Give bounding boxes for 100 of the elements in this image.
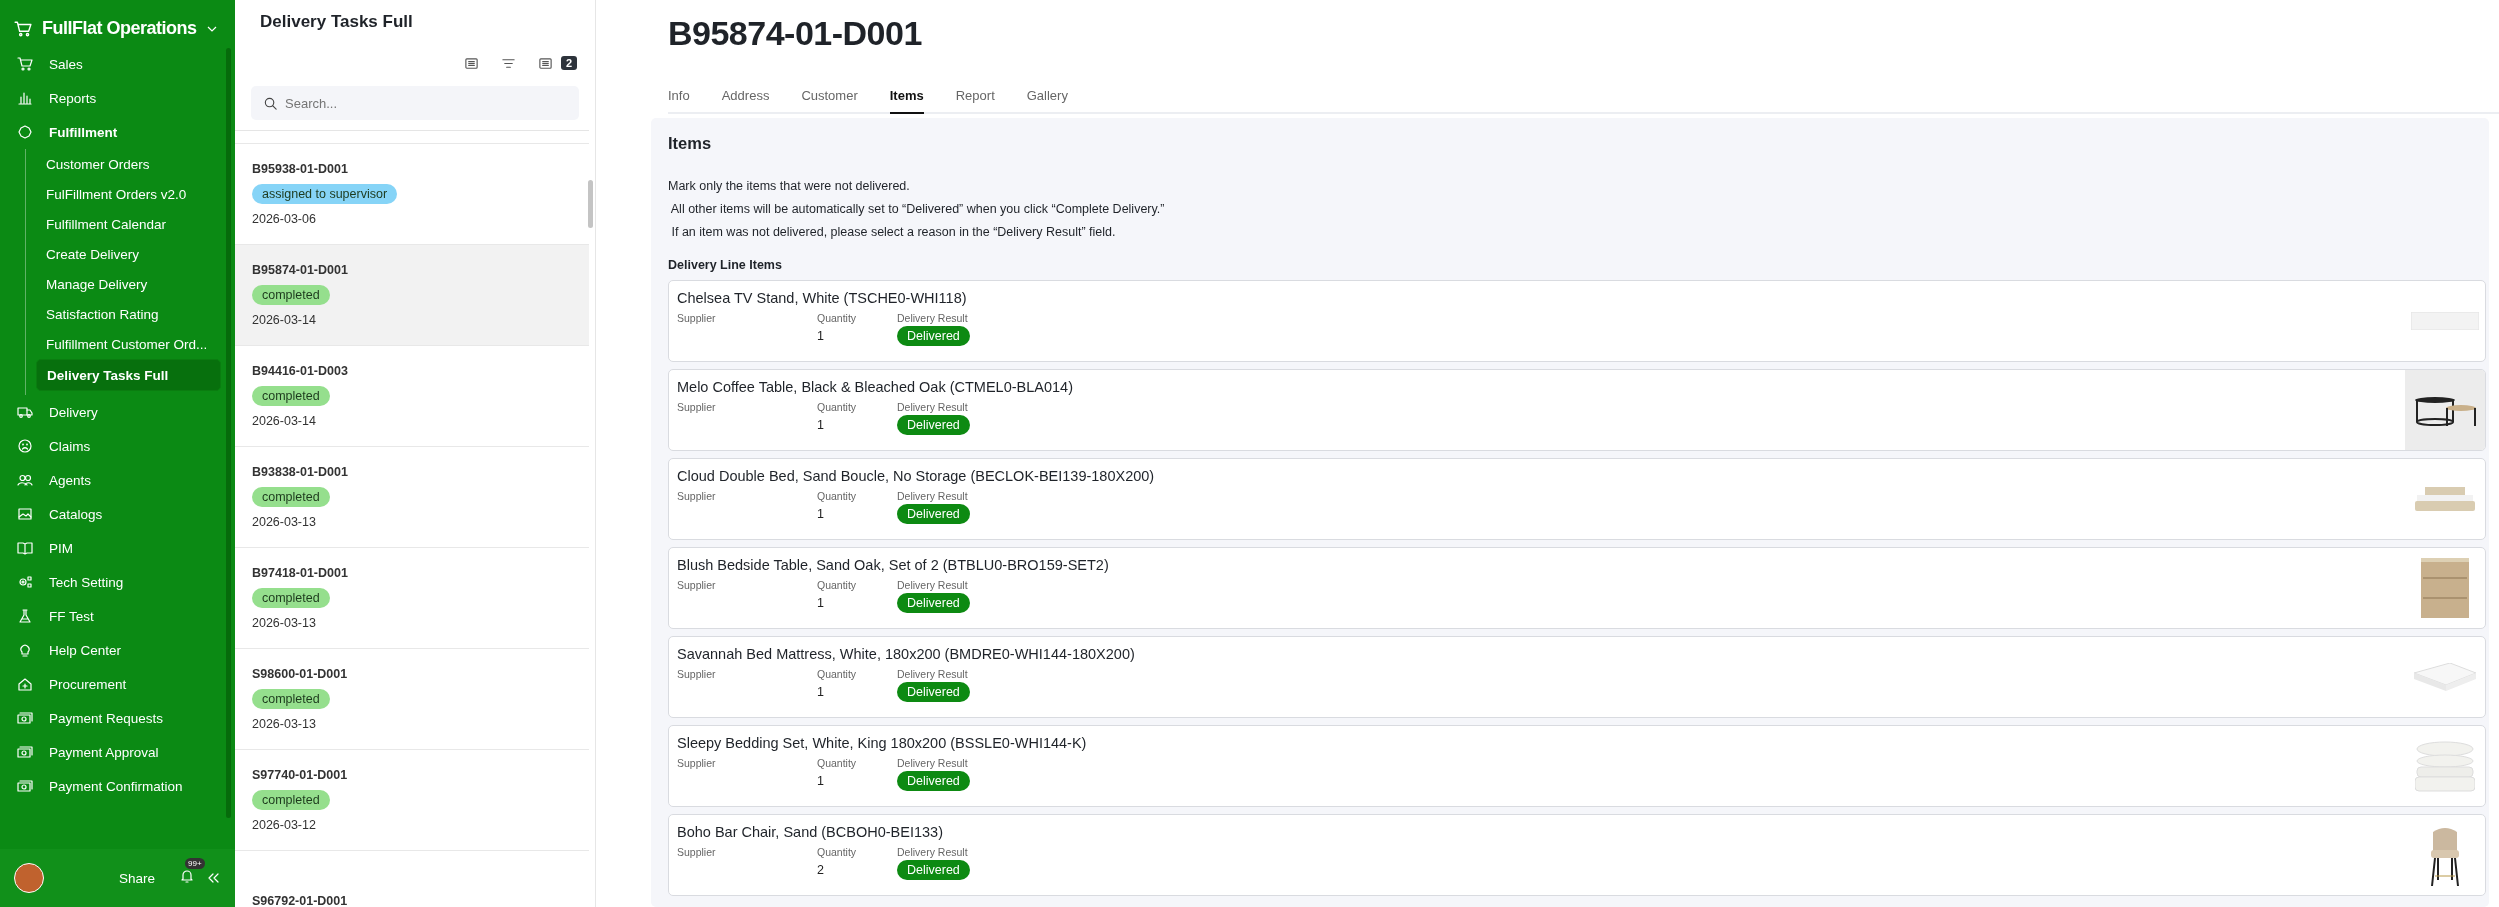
status-badge: Delivered: [897, 771, 970, 791]
app-title: FullFlat Operations: [42, 18, 197, 39]
tab[interactable]: Report: [955, 88, 995, 114]
field-label: Delivery Result: [897, 757, 968, 769]
search-field[interactable]: Search...: [251, 86, 579, 120]
flask-icon: [17, 608, 33, 624]
count-badge: 2: [560, 56, 577, 70]
sidebar-item[interactable]: Delivery: [14, 395, 221, 429]
tab[interactable]: Customer: [801, 88, 858, 114]
task-date: 2026-03-14: [252, 313, 317, 327]
avatar[interactable]: [14, 863, 44, 893]
field-label: Supplier: [677, 490, 716, 502]
sidebar-item[interactable]: Catalogs: [14, 497, 221, 531]
task-date: 2026-03-14: [252, 414, 317, 428]
sidebar-subitem[interactable]: FulFillment Orders v2.0: [36, 179, 221, 209]
cash-icon: [17, 778, 33, 794]
instruction-text: All other items will be automatically set to “Delivered” when you click “Complete Delivery.”: [669, 202, 1165, 216]
list-icon: [537, 55, 553, 71]
sidebar-item[interactable]: Fulfillment: [14, 115, 221, 149]
share-link[interactable]: Share: [118, 870, 155, 886]
scrollbar[interactable]: [588, 180, 593, 228]
sidebar-item[interactable]: Help Center: [14, 633, 221, 667]
sidebar-subitem[interactable]: Create Delivery: [36, 239, 221, 269]
task-item[interactable]: B94416-01-D003 completed 2026-03-14: [235, 345, 589, 446]
task-item[interactable]: S98600-01-D001 completed 2026-03-13: [235, 648, 589, 749]
notification-count: 99+: [185, 858, 205, 869]
status-badge: Delivered: [897, 415, 970, 435]
item-name: Sleepy Bedding Set, White, King 180x200 (BSSLE0-WHI144-K): [677, 735, 1087, 751]
status-badge: completed: [252, 790, 330, 810]
sidebar-subitem[interactable]: Delivery Tasks Full: [36, 359, 221, 391]
scrollbar[interactable]: [226, 48, 231, 818]
item-name: Blush Bedside Table, Sand Oak, Set of 2 (BTBLU0-BRO159-SET2): [677, 557, 1109, 573]
task-date: 2026-03-13: [252, 616, 317, 630]
sidebar-item[interactable]: Procurement: [14, 667, 221, 701]
task-date: 2026-03-12: [252, 818, 317, 832]
bell-icon: [179, 868, 195, 884]
quantity-value: 1: [817, 595, 824, 612]
sidebar-item[interactable]: Claims: [14, 429, 221, 463]
task-id: B93838-01-D001: [252, 465, 349, 479]
task-id: B95874-01-D001: [252, 263, 349, 277]
task-id: S98600-01-D001: [252, 667, 349, 681]
field-label: Supplier: [677, 668, 716, 680]
sidebar-item[interactable]: FF Test: [14, 599, 221, 633]
sidebar-subitem[interactable]: Satisfaction Rating: [36, 299, 221, 329]
task-id: B97418-01-D001: [252, 566, 349, 580]
sidebar-item[interactable]: Sales: [14, 47, 221, 81]
lightbulb-icon: [17, 642, 33, 658]
task-item[interactable]: B97418-01-D001 completed 2026-03-13: [235, 547, 589, 648]
sidebar-item[interactable]: Payment Requests: [14, 701, 221, 735]
sidebar-subitem[interactable]: Fulfillment Customer Ord...: [36, 329, 221, 359]
status-badge: Delivered: [897, 860, 970, 880]
task-item[interactable]: B93838-01-D001 completed 2026-03-13: [235, 446, 589, 547]
tab[interactable]: Items: [889, 88, 924, 114]
task-item[interactable]: S96792-01-D001: [235, 850, 589, 907]
field-label: Delivery Result: [897, 312, 968, 324]
sidebar-item[interactable]: Payment Approval: [14, 735, 221, 769]
task-id: S96792-01-D001: [252, 894, 349, 907]
task-date: 2026-03-06: [252, 212, 317, 226]
task-item[interactable]: B95874-01-D001 completed 2026-03-14: [235, 244, 589, 345]
status-badge: Delivered: [897, 682, 970, 702]
quantity-value: 1: [817, 773, 824, 790]
sidebar-subitem[interactable]: Manage Delivery: [36, 269, 221, 299]
page-title: B95874-01-D001: [668, 14, 922, 52]
field-label: Quantity: [817, 846, 857, 858]
field-label: Quantity: [817, 579, 857, 591]
field-label: Quantity: [817, 312, 857, 324]
sidebar-item[interactable]: PIM: [14, 531, 221, 565]
section-title: Items: [668, 134, 712, 152]
task-item[interactable]: S97740-01-D001 completed 2026-03-12: [235, 749, 589, 850]
status-badge: completed: [252, 689, 330, 709]
search-icon: [263, 96, 278, 111]
people-icon: [17, 472, 33, 488]
status-badge: Delivered: [897, 326, 970, 346]
field-label: Delivery Result: [897, 668, 968, 680]
item-name: Chelsea TV Stand, White (TSCHE0-WHI118): [677, 290, 967, 306]
sidebar-subitem[interactable]: Fulfillment Calendar: [36, 209, 221, 239]
status-badge: completed: [252, 588, 330, 608]
status-badge: assigned to supervisor: [252, 184, 398, 204]
instruction-text: If an item was not delivered, please select a reason in the “Delivery Result” field.: [670, 225, 1116, 239]
tab[interactable]: Info: [668, 88, 690, 114]
gears-icon: [17, 574, 33, 590]
sidebar-item[interactable]: Reports: [14, 81, 221, 115]
field-label: Quantity: [817, 490, 857, 502]
cart-icon: [17, 56, 33, 72]
sidebar-subitem[interactable]: Customer Orders: [36, 149, 221, 179]
field-label: Delivery Result: [897, 490, 968, 502]
task-id: B94416-01-D003: [252, 364, 349, 378]
sidebar-item[interactable]: Payment Confirmation: [14, 769, 221, 803]
item-name: Boho Bar Chair, Sand (BCBOH0-BEI133): [677, 824, 943, 840]
sidebar-item[interactable]: Agents: [14, 463, 221, 497]
field-label: Delivery Result: [897, 401, 968, 413]
panel-title: Delivery Tasks Full: [260, 12, 413, 31]
quantity-value: 1: [817, 328, 824, 345]
tab[interactable]: Gallery: [1026, 88, 1068, 114]
sidebar-item[interactable]: Tech Setting: [14, 565, 221, 599]
subsection-title: Delivery Line Items: [668, 258, 782, 272]
status-badge: completed: [252, 487, 330, 507]
field-label: Supplier: [677, 579, 716, 591]
field-label: Supplier: [677, 312, 716, 324]
tab[interactable]: Address: [721, 88, 770, 114]
